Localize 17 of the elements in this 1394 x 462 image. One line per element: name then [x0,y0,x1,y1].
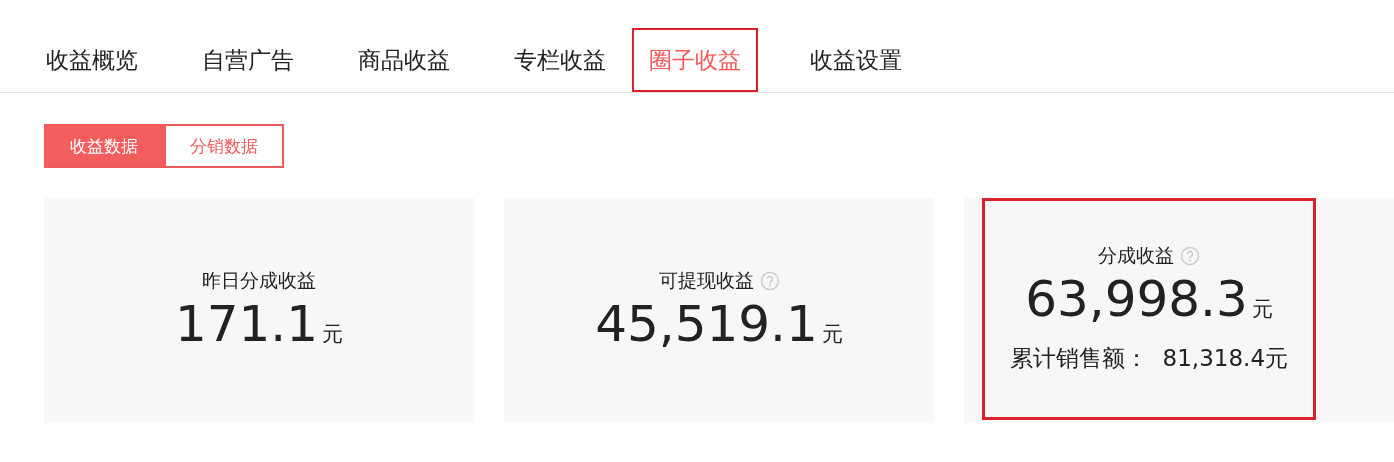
stat-title: 分成收益 [1098,243,1174,268]
tab[interactable]: 自营广告 [180,28,316,92]
stat-title: 昨日分成收益 [202,267,316,293]
unit-label: 元 [821,320,843,348]
stat-value: 171.1 [174,293,319,354]
unit-label: 元 [1251,296,1273,323]
stat-value: 63,998.3 [1025,269,1248,329]
sales-total: 累计销售额： 81,318.4元 [1009,344,1288,373]
unit-label: 元 [322,320,344,348]
tab[interactable]: 商品收益 [336,28,472,92]
stat-value: 45,519.1 [595,293,818,354]
help-icon[interactable] [759,270,780,291]
tab[interactable]: 收益概览 [24,28,160,92]
help-icon[interactable] [1180,246,1200,266]
tab[interactable]: 收益设置 [788,28,924,92]
tab[interactable]: 专栏收益 [492,28,628,92]
stat-title: 可提现收益 [658,267,754,293]
